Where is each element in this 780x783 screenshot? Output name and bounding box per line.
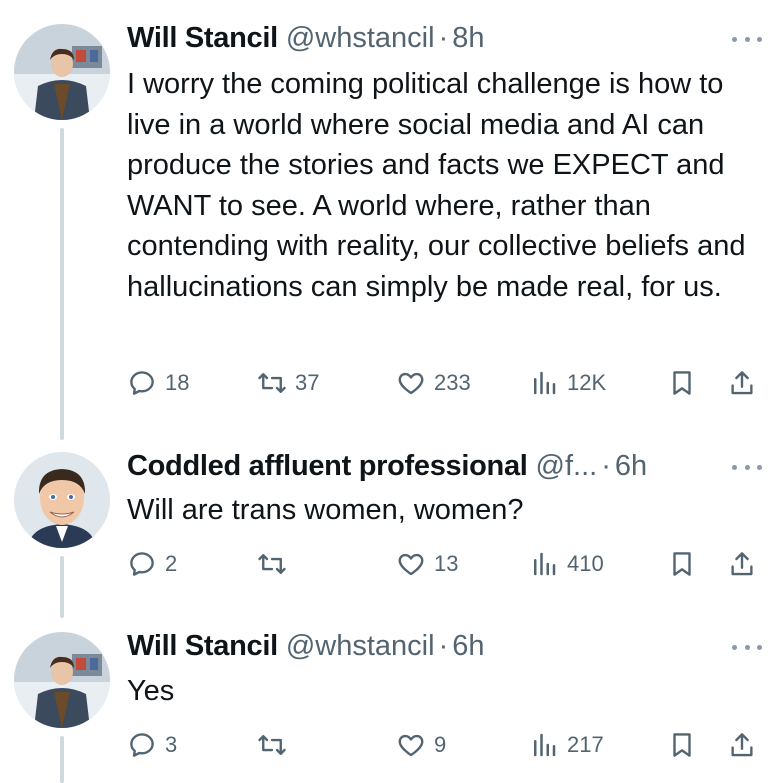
tweet-actions: 3 9 217 — [127, 725, 767, 765]
user-handle[interactable]: @whstancil — [286, 22, 435, 55]
views-icon — [534, 371, 556, 395]
tweet-header: Will Stancil @whstancil · 6h — [127, 626, 740, 666]
like-count: 9 — [434, 732, 447, 757]
like-button[interactable]: 9 — [396, 725, 446, 765]
user-handle[interactable]: @f... — [536, 450, 598, 483]
like-button[interactable]: 233 — [396, 363, 471, 403]
share-button[interactable] — [727, 363, 757, 403]
more-icon[interactable] — [732, 642, 762, 652]
like-count: 13 — [434, 551, 459, 576]
share-icon — [731, 552, 753, 576]
avatar[interactable] — [14, 632, 110, 728]
reply-button[interactable]: 3 — [127, 725, 177, 765]
view-count: 217 — [567, 732, 604, 757]
timestamp[interactable]: 6h — [452, 630, 484, 663]
views-button[interactable]: 12K — [529, 363, 606, 403]
share-icon — [731, 371, 753, 395]
tweet-actions: 18 37 233 12K — [127, 363, 767, 403]
bookmark-button[interactable] — [667, 363, 697, 403]
reply-count: 2 — [165, 551, 178, 576]
tweet-text: Will are trans women, women? — [127, 494, 524, 526]
tweet-header: Coddled affluent professional @f... · 6h — [127, 446, 740, 486]
thread-line — [60, 736, 64, 783]
bookmark-button[interactable] — [667, 544, 697, 584]
like-button[interactable]: 13 — [396, 544, 458, 584]
thread-line — [60, 556, 64, 618]
view-count: 12K — [567, 370, 607, 395]
reply-count: 3 — [165, 732, 178, 757]
reply-button[interactable]: 2 — [127, 544, 177, 584]
more-icon[interactable] — [732, 462, 762, 472]
tweet-text: Yes — [127, 675, 175, 707]
bookmark-icon — [673, 733, 691, 757]
retweet-button[interactable] — [257, 725, 287, 765]
tweet-header: Will Stancil @whstancil · 8h — [127, 18, 740, 58]
heart-icon — [398, 734, 424, 757]
views-button[interactable]: 410 — [529, 544, 604, 584]
like-count: 233 — [434, 370, 471, 395]
view-count: 410 — [567, 551, 604, 576]
share-button[interactable] — [727, 725, 757, 765]
tweet-text: I worry the coming political challenge i… — [127, 68, 746, 303]
bookmark-icon — [673, 552, 691, 576]
reply-icon — [130, 371, 154, 395]
timestamp[interactable]: 8h — [452, 22, 484, 55]
tweet-actions: 2 13 410 — [127, 544, 767, 584]
more-icon[interactable] — [732, 34, 762, 44]
bookmark-icon — [673, 371, 691, 395]
share-button[interactable] — [727, 544, 757, 584]
retweet-icon — [258, 373, 286, 393]
separator-dot: · — [438, 629, 449, 662]
retweet-button[interactable] — [257, 544, 287, 584]
retweet-icon — [258, 554, 286, 574]
separator-dot: · — [438, 21, 449, 54]
views-icon — [534, 733, 556, 757]
user-handle[interactable]: @whstancil — [286, 630, 435, 663]
separator-dot: · — [601, 449, 611, 482]
display-name[interactable]: Will Stancil — [127, 630, 278, 663]
views-button[interactable]: 217 — [529, 725, 604, 765]
bookmark-button[interactable] — [667, 725, 697, 765]
reply-icon — [130, 733, 154, 757]
thread-line — [60, 128, 64, 440]
reply-icon — [130, 552, 154, 576]
retweet-icon — [258, 735, 286, 755]
display-name[interactable]: Will Stancil — [127, 22, 278, 55]
reply-button[interactable]: 18 — [127, 363, 189, 403]
retweet-count: 37 — [295, 370, 320, 395]
views-icon — [534, 552, 556, 576]
avatar[interactable] — [14, 24, 110, 120]
reply-count: 18 — [165, 370, 190, 395]
share-icon — [731, 733, 753, 757]
timestamp[interactable]: 6h — [615, 450, 647, 483]
avatar[interactable] — [14, 452, 110, 548]
display-name[interactable]: Coddled affluent professional — [127, 450, 528, 483]
heart-icon — [398, 372, 424, 395]
heart-icon — [398, 553, 424, 576]
retweet-button[interactable]: 37 — [257, 363, 319, 403]
